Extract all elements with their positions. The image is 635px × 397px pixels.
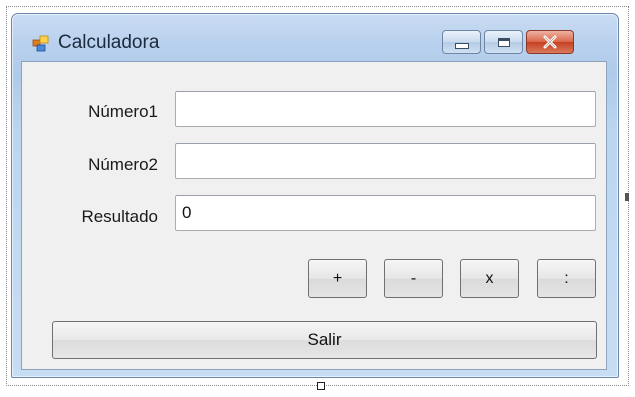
title-bar[interactable]: Calculadora: [12, 14, 618, 56]
windows-forms-app-icon: [32, 35, 49, 52]
numero2-label: Número2: [88, 155, 158, 174]
numero1-input[interactable]: [175, 91, 596, 127]
add-button[interactable]: +: [308, 259, 367, 298]
exit-button[interactable]: Salir: [52, 321, 597, 359]
resize-handle-bottom[interactable]: [317, 382, 325, 390]
maximize-button[interactable]: [484, 30, 523, 54]
calculator-window: Calculadora Número1 Número2 Resultado + …: [11, 13, 619, 378]
minimize-button[interactable]: [442, 30, 481, 54]
close-icon: [543, 35, 557, 49]
multiply-button[interactable]: x: [460, 259, 519, 298]
numero1-label: Número1: [88, 102, 158, 121]
minimize-icon: [454, 42, 469, 49]
numero2-input[interactable]: [175, 143, 596, 179]
resultado-label: Resultado: [81, 207, 158, 226]
maximize-icon: [497, 37, 510, 47]
form-client-area: Número1 Número2 Resultado + - x : Salir: [21, 61, 607, 370]
divide-button[interactable]: :: [537, 259, 596, 298]
resize-handle-right[interactable]: [625, 193, 629, 201]
window-title: Calculadora: [58, 32, 160, 53]
subtract-button[interactable]: -: [384, 259, 443, 298]
resultado-input[interactable]: [175, 195, 596, 231]
close-button[interactable]: [526, 30, 574, 54]
